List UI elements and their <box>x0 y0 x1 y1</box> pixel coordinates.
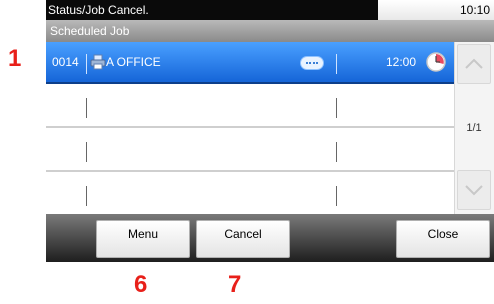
clock-icon <box>426 52 446 72</box>
sub-header-label: Scheduled Job <box>50 24 130 38</box>
device-screen: Status/Job Cancel. 10:10 Scheduled Job 0… <box>46 0 494 262</box>
column-divider <box>86 142 87 162</box>
footer-bar: Menu Cancel Close <box>46 214 494 262</box>
page-count: 1/1 <box>466 122 482 134</box>
column-divider <box>336 54 337 74</box>
sub-header: Scheduled Job <box>46 20 494 42</box>
job-list: 0014 A OFFICE 12:00 <box>46 42 454 214</box>
printer-icon <box>90 54 106 70</box>
job-row[interactable]: 0014 A OFFICE 12:00 <box>46 42 454 84</box>
chevron-up-icon <box>465 58 483 69</box>
callout-7: 7 <box>228 271 242 298</box>
column-divider <box>336 98 337 118</box>
callout-1: 1 <box>8 45 22 72</box>
column-divider <box>336 142 337 162</box>
chevron-down-icon <box>465 185 483 196</box>
close-button[interactable]: Close <box>396 220 490 258</box>
job-row[interactable] <box>46 174 454 216</box>
scroll-down-button[interactable] <box>457 170 491 210</box>
job-time: 12:00 <box>386 55 417 69</box>
job-row[interactable] <box>46 86 454 128</box>
scroll-panel: 1/1 <box>454 42 494 214</box>
column-divider <box>336 186 337 206</box>
menu-button[interactable]: Menu <box>96 220 190 258</box>
scroll-up-button[interactable] <box>457 44 491 84</box>
callout-6: 6 <box>134 271 148 298</box>
job-row[interactable] <box>46 130 454 172</box>
cancel-button[interactable]: Cancel <box>196 220 290 258</box>
job-number: 0014 <box>52 55 79 69</box>
status-bar-title: Status/Job Cancel. <box>48 3 149 17</box>
comment-icon[interactable] <box>300 56 324 70</box>
job-name: A OFFICE <box>106 55 161 69</box>
column-divider <box>86 186 87 206</box>
status-bar-time: 10:10 <box>459 3 490 17</box>
column-divider <box>86 98 87 118</box>
column-divider <box>86 54 87 74</box>
status-bar: Status/Job Cancel. 10:10 <box>46 0 494 20</box>
